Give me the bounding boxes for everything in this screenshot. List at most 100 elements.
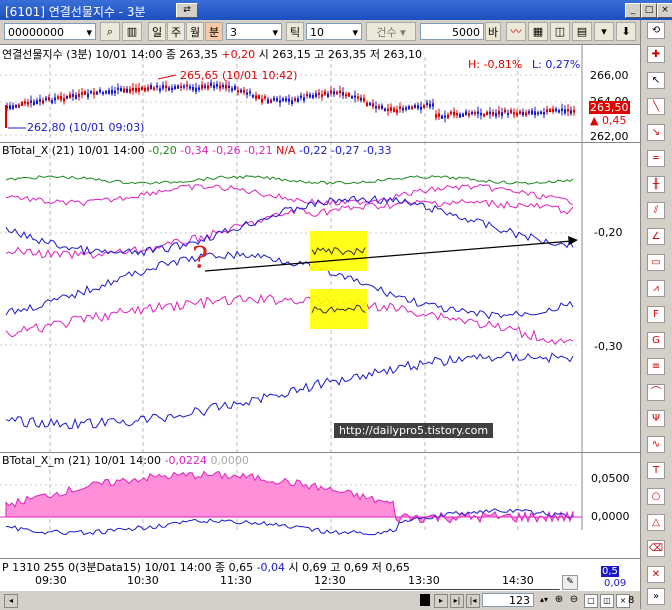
- count-input[interactable]: 5000: [420, 23, 484, 40]
- price-candle: [87, 93, 89, 98]
- price-candle: [171, 87, 173, 91]
- period-day-button[interactable]: 일: [148, 22, 166, 41]
- chevron-down-icon: ▾: [352, 26, 358, 39]
- down-arrow-icon[interactable]: ⬇: [616, 22, 636, 41]
- bar-count-input[interactable]: 123: [482, 593, 534, 607]
- chart-icon[interactable]: ▥: [122, 22, 142, 41]
- price-candle: [57, 96, 59, 99]
- circle-icon[interactable]: ○: [647, 488, 665, 505]
- settings-icon[interactable]: ▾: [594, 22, 614, 41]
- delete-all-icon[interactable]: ✕: [647, 566, 665, 583]
- price-candle: [366, 102, 368, 106]
- hline-icon[interactable]: ═: [647, 150, 665, 167]
- code-input[interactable]: 00000000 ▾: [4, 23, 96, 40]
- crosshair-icon[interactable]: ✚: [647, 46, 665, 63]
- pitchfork-icon[interactable]: Ψ: [647, 410, 665, 427]
- wave-icon[interactable]: ∿: [647, 436, 665, 453]
- price-candle: [300, 95, 302, 98]
- price-candle: [249, 91, 251, 94]
- price-candle: [141, 87, 143, 91]
- triangle-icon[interactable]: △: [647, 514, 665, 531]
- chart-area[interactable]: 연결선물지수 (3분) 10/01 14:00 종 263,35 +0,20 시…: [0, 44, 640, 610]
- price-candle: [45, 97, 47, 100]
- arrow-line-icon[interactable]: ↘: [647, 124, 665, 141]
- period-week-button[interactable]: 주: [167, 22, 185, 41]
- price-candle: [498, 110, 500, 115]
- vline-icon[interactable]: ╫: [647, 176, 665, 193]
- price-candle: [207, 85, 209, 89]
- time-label: 14:30: [502, 574, 534, 587]
- period-month-button[interactable]: 월: [186, 22, 204, 41]
- price-candle: [504, 109, 506, 113]
- price-candle: [63, 98, 65, 102]
- fit-icon[interactable]: □: [584, 594, 598, 608]
- search-icon[interactable]: ⌕: [100, 22, 120, 41]
- spin-icon[interactable]: ▴▾: [538, 594, 550, 606]
- scroll-left-icon[interactable]: ◂: [4, 594, 18, 608]
- price-candle: [489, 111, 491, 115]
- price-candle: [408, 106, 410, 110]
- split-icon[interactable]: ◫: [600, 594, 614, 608]
- scroll-right-icon[interactable]: ▸: [434, 594, 448, 608]
- count-unit-button[interactable]: 바: [485, 22, 501, 41]
- price-candle: [375, 106, 377, 109]
- pane-divider[interactable]: [0, 142, 640, 143]
- angle-icon[interactable]: ∠: [647, 228, 665, 245]
- zoom-out-icon[interactable]: ⊖: [568, 594, 580, 606]
- bottom-header-rest: 시 0,69 고 0,69 저 0,65: [288, 561, 410, 574]
- price-candle: [537, 112, 539, 115]
- draw-icon[interactable]: ✎: [562, 575, 578, 590]
- price-candle: [372, 103, 374, 107]
- channel-icon[interactable]: ⫽: [647, 202, 665, 219]
- scroll-thumb[interactable]: [420, 594, 430, 606]
- scroll-end-icon[interactable]: ▸|: [450, 594, 464, 608]
- indicator-axis-1: -0,20: [594, 226, 623, 239]
- period-minute-button[interactable]: 분: [205, 22, 223, 41]
- expand-icon[interactable]: »: [647, 588, 665, 605]
- trend-icon[interactable]: 〰: [506, 22, 526, 41]
- time-label: 09:30: [35, 574, 67, 587]
- tick-select[interactable]: 10 ▾: [306, 23, 362, 40]
- retrace-icon[interactable]: ≡: [647, 358, 665, 375]
- watermark-label: http://dailypro5.tistory.com: [334, 423, 494, 438]
- text-icon[interactable]: T: [647, 462, 665, 479]
- price-candle: [84, 91, 86, 95]
- link-icon[interactable]: ⇄: [176, 3, 198, 18]
- gann-icon[interactable]: G: [647, 332, 665, 349]
- grid-icon[interactable]: ▤: [572, 22, 592, 41]
- rect-icon[interactable]: ▭: [647, 254, 665, 271]
- erase-icon[interactable]: ⌫: [647, 540, 665, 557]
- pane-divider[interactable]: [0, 452, 640, 453]
- maximize-button[interactable]: □: [641, 3, 657, 18]
- current-price-badge: 263,50: [589, 101, 630, 114]
- price-candle: [135, 87, 137, 92]
- cycle-icon[interactable]: ⌒: [647, 384, 665, 401]
- price-candle: [333, 91, 335, 95]
- fan-icon[interactable]: ⩘: [647, 280, 665, 297]
- osc-axis-1: 0,0500: [591, 472, 630, 485]
- sync-icon[interactable]: ⟲: [647, 22, 665, 39]
- price-candle: [342, 92, 344, 96]
- scroll-home-icon[interactable]: |◂: [466, 594, 480, 608]
- tick-value: 10: [310, 26, 324, 39]
- price-candle: [288, 98, 290, 102]
- price-candle: [474, 112, 476, 115]
- osc-header: BTotal_X_m (21) 10/01 14:00 -0,0224 0,00…: [2, 454, 249, 467]
- price-candle: [528, 111, 530, 114]
- trendline-icon[interactable]: ╲: [647, 98, 665, 115]
- count-select[interactable]: 건수 ▾: [366, 22, 416, 41]
- minimize-button[interactable]: _: [625, 3, 641, 18]
- zoom-icon[interactable]: ◫: [550, 22, 570, 41]
- indicator-icon[interactable]: ▦: [528, 22, 548, 41]
- zoom-in-icon[interactable]: ⊕: [553, 594, 565, 606]
- scroll-bar[interactable]: ◂ ▸ ▸| |◂ 123 ▴▾ ⊕ ⊖ □ ◫ × 8: [0, 591, 640, 610]
- osc-axis-2: 0,0000: [591, 510, 630, 523]
- interval-select[interactable]: 3 ▾: [226, 23, 282, 40]
- close-button[interactable]: ×: [657, 3, 672, 18]
- price-candle: [162, 85, 164, 89]
- cursor-icon[interactable]: ↖: [647, 72, 665, 89]
- fibo-icon[interactable]: F: [647, 306, 665, 323]
- tick-button[interactable]: 틱: [286, 22, 304, 41]
- price-candle: [9, 105, 11, 110]
- price-candle: [405, 107, 407, 110]
